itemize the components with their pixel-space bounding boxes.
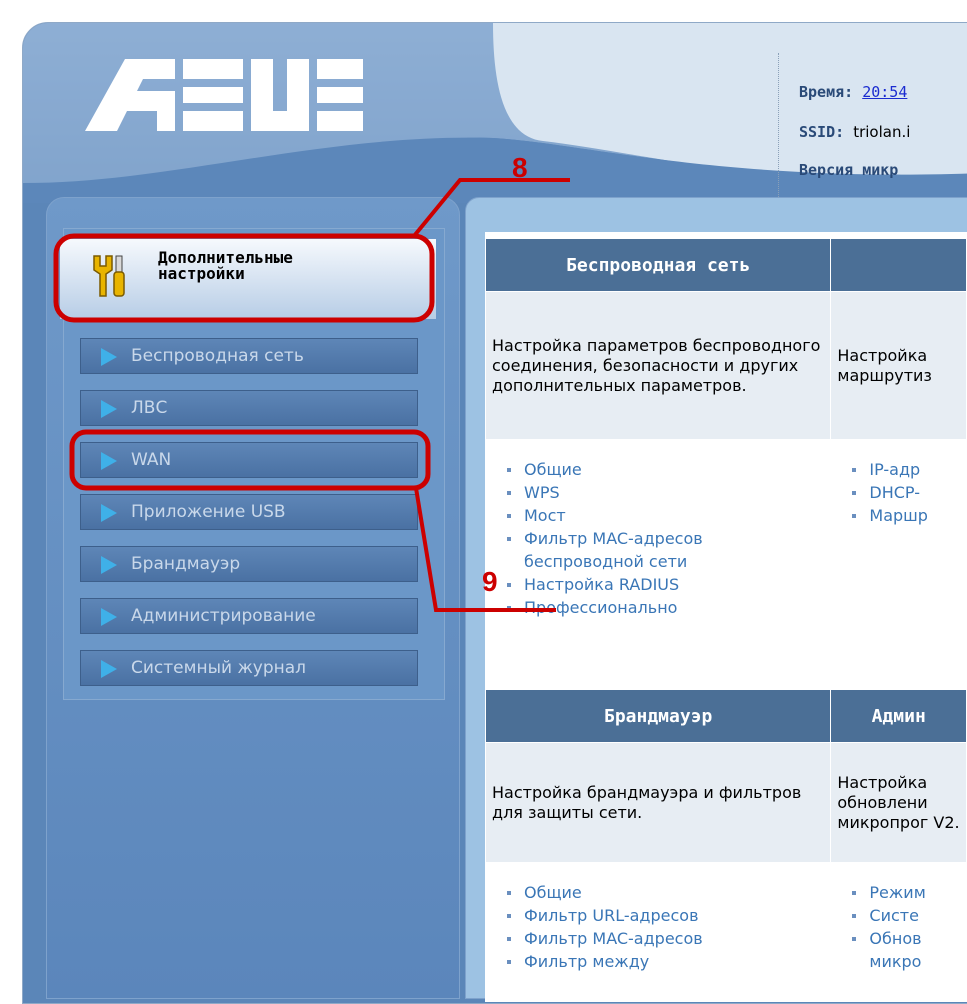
annotation-line-8 bbox=[412, 178, 570, 238]
annotation-box-advanced bbox=[53, 233, 435, 323]
annotation-number-9: 9 bbox=[482, 566, 498, 597]
annotation-number-8: 8 bbox=[512, 152, 528, 183]
annotation-overlay bbox=[53, 178, 570, 612]
annotation-box-wan bbox=[69, 429, 431, 491]
